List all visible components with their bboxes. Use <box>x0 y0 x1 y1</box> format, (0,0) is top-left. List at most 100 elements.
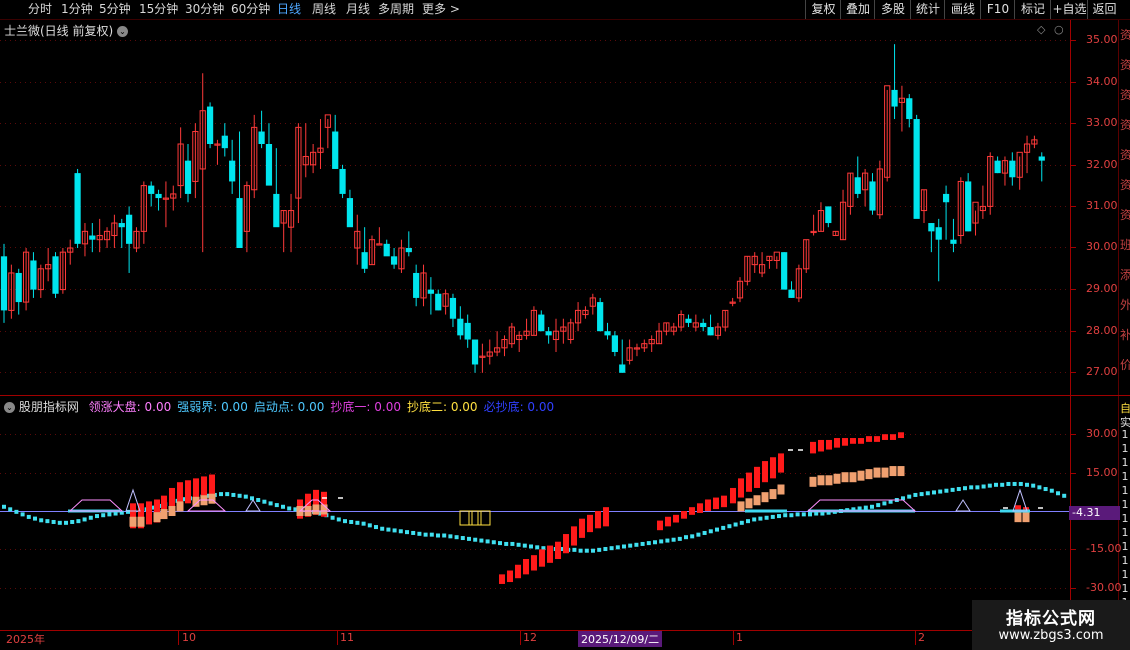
indicator-bar <box>866 436 872 442</box>
indicator-block <box>833 473 841 484</box>
indicator-bar <box>515 564 521 579</box>
trend-dot <box>808 512 812 517</box>
price-axis-label: 28.00 <box>1086 324 1118 337</box>
trend-dot <box>355 520 360 525</box>
indicator-bar <box>531 555 537 571</box>
candle-body <box>30 260 37 290</box>
indicator-block <box>881 467 889 478</box>
indicator-bar <box>826 439 832 450</box>
toolbar-button[interactable]: 标记 <box>1014 0 1051 19</box>
candle-body <box>781 252 788 290</box>
trend-dot <box>987 483 992 488</box>
trend-dot <box>330 515 335 520</box>
period-tab[interactable]: 周线 <box>312 0 336 19</box>
side-panel-glyph: 资 <box>1120 178 1130 192</box>
watermark-title: 指标公式网 <box>1006 609 1096 629</box>
candle-body <box>258 131 265 144</box>
trend-dot <box>448 534 453 539</box>
trend-dot <box>1037 485 1042 490</box>
indicator-bar <box>539 549 545 567</box>
trend-dot <box>256 498 261 503</box>
date-axis-label: 2 <box>918 631 925 644</box>
pin-icon[interactable]: ◇ <box>1037 23 1045 36</box>
trend-dot <box>628 543 633 548</box>
trend-dot <box>801 512 806 517</box>
period-tab[interactable]: 30分钟 <box>185 0 224 19</box>
indicator-bar <box>563 534 569 554</box>
dropdown-icon[interactable]: ⌄ <box>117 26 129 37</box>
trend-dot <box>584 548 589 553</box>
trend-dot <box>51 519 56 524</box>
indicator-bar <box>713 497 719 510</box>
price-axis-label: 27.00 <box>1086 365 1118 378</box>
trend-dot <box>491 540 496 545</box>
trend-dot <box>938 489 943 494</box>
chart-canvas[interactable] <box>0 20 1130 650</box>
trend-dot <box>1043 487 1048 492</box>
toolbar-button[interactable]: 返回 <box>1087 0 1121 19</box>
candle-body <box>707 327 714 336</box>
trend-dot <box>950 487 955 492</box>
indicator-block <box>312 504 320 515</box>
candle-body <box>52 256 59 294</box>
stock-name-period: 士兰微(日线 前复权) <box>4 24 114 38</box>
candle-body <box>0 256 8 311</box>
period-tab[interactable]: 月线 <box>346 0 370 19</box>
trend-dot <box>33 516 37 521</box>
period-tab[interactable]: 60分钟 <box>231 0 270 19</box>
trend-dot <box>994 482 998 487</box>
trend-dot <box>975 485 980 490</box>
toolbar-button[interactable]: 叠加 <box>840 0 875 19</box>
period-tab[interactable]: 更多 > <box>422 0 460 19</box>
watermark-url: www.zbgs3.com <box>998 628 1104 643</box>
trend-dot <box>380 526 385 531</box>
trend-dot <box>405 530 409 535</box>
trend-dot <box>57 520 62 525</box>
toolbar-button[interactable]: F10 <box>980 0 1015 19</box>
toolbar-button[interactable]: +自选 <box>1050 0 1088 19</box>
period-tab[interactable]: 分时 <box>28 0 52 19</box>
toolbar-button[interactable]: 画线 <box>944 0 981 19</box>
trend-dot <box>659 539 664 544</box>
candle-body <box>538 314 545 332</box>
trend-dot <box>467 536 471 541</box>
trend-dot <box>597 547 602 552</box>
trend-dot <box>603 547 608 552</box>
trend-dot <box>225 492 230 497</box>
toolbar-button[interactable]: 多股 <box>874 0 911 19</box>
candle-body <box>89 235 96 240</box>
trend-dot <box>684 535 688 540</box>
side-panel-glyph: 1 <box>1121 456 1129 469</box>
trend-dot <box>727 524 732 529</box>
candle-body <box>854 177 861 194</box>
settings-icon[interactable]: ○ <box>1054 23 1064 36</box>
trend-dot <box>423 532 428 537</box>
trend-dot <box>237 493 242 498</box>
toolbar-button[interactable]: 统计 <box>910 0 945 19</box>
candle-body <box>965 181 972 232</box>
side-panel-glyph: 1 <box>1121 568 1129 581</box>
candle-body <box>273 193 280 228</box>
trend-dot <box>1006 481 1011 486</box>
trend-dot <box>386 527 391 532</box>
trend-dot <box>1018 481 1023 486</box>
trend-dot <box>349 519 354 524</box>
period-tab[interactable]: 15分钟 <box>139 0 178 19</box>
trend-dot <box>281 504 285 509</box>
period-tab[interactable]: 1分钟 <box>61 0 93 19</box>
indicator-block <box>1022 512 1030 523</box>
toolbar-button[interactable]: 复权 <box>805 0 841 19</box>
indicator-block <box>825 475 833 486</box>
indicator-block <box>168 506 176 516</box>
trend-dot <box>504 541 509 546</box>
period-tab[interactable]: 多周期 <box>378 0 414 19</box>
indicator-bar <box>746 472 752 492</box>
period-tab[interactable]: 日线 <box>277 0 301 19</box>
indicator-dropdown-icon[interactable]: ⌄ <box>4 402 15 413</box>
side-panel-glyph: 价 <box>1120 358 1130 372</box>
trend-dot <box>578 548 583 553</box>
trend-dot <box>913 492 918 497</box>
period-tab[interactable]: 5分钟 <box>99 0 131 19</box>
trend-dot <box>653 540 657 545</box>
period-toolbar: 分时 1分钟 5分钟 15分钟 30分钟 60分钟 日线 周线 月线 多周期 更多 > 复权 叠加 多股… <box>0 0 1130 20</box>
